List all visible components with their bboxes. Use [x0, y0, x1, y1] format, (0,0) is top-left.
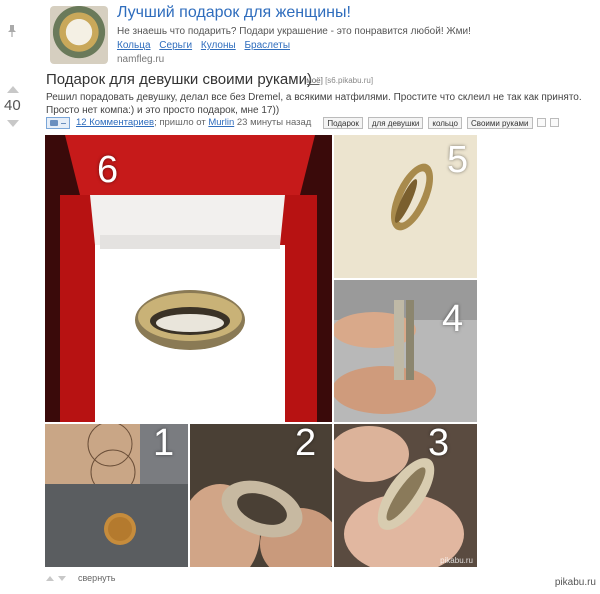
photo-number-3: 3: [428, 424, 450, 464]
post-footer: свернуть: [46, 573, 115, 583]
photo-watermark: pikabu.ru: [440, 556, 473, 565]
photo-number-1: 1: [153, 424, 175, 464]
vote-down-icon[interactable]: [7, 120, 19, 127]
post-text: Решил порадовать девушку, делал все без …: [46, 92, 582, 116]
ad-domain: namfleg.ru: [117, 54, 165, 65]
ad-title[interactable]: Лучший подарок для женщины!: [117, 4, 351, 22]
tag-handmade[interactable]: Своими руками: [467, 116, 533, 129]
mine-label[interactable]: [моё]: [304, 76, 323, 85]
vote-up-icon[interactable]: [7, 86, 19, 93]
post-title[interactable]: Подарок для девушки своими руками): [46, 71, 312, 88]
comments-link[interactable]: 12 Комментариев: [76, 117, 154, 128]
pin-icon[interactable]: [6, 24, 18, 38]
tag-gift[interactable]: Подарок: [323, 116, 363, 129]
source-label: [s6.pikabu.ru]: [325, 76, 374, 85]
tag-for-girl[interactable]: для девушки: [367, 116, 424, 129]
photo-number-6: 6: [97, 149, 119, 191]
ad-link-pendants[interactable]: Кулоны: [201, 40, 236, 51]
photo-number-4: 4: [442, 298, 464, 340]
photo-5-ring: 5: [334, 135, 477, 278]
post-rating: 40: [4, 97, 21, 114]
collapse-link[interactable]: свернуть: [78, 573, 115, 583]
expand-icon[interactable]: [549, 118, 559, 127]
ad-text: Не знаешь что подарить? Подари украшение…: [117, 26, 471, 37]
photo-1-coin-template: 1: [45, 424, 188, 567]
ad-links: Кольца Серьги Кулоны Браслеты: [117, 40, 296, 51]
photo-6-ring-box: 6: [45, 135, 332, 422]
post-meta-row: 12 Комментариев ; пришло от Murlin 23 ми…: [46, 116, 559, 129]
footer-vote-up-icon[interactable]: [46, 575, 54, 581]
camera-dropdown-icon[interactable]: [46, 116, 70, 129]
photo-3-ring-fingers: 3 pikabu.ru: [334, 424, 477, 567]
photo-number-2: 2: [295, 424, 317, 464]
ad-link-earrings[interactable]: Серьги: [159, 40, 192, 51]
post-time: 23 минуты назад: [236, 117, 312, 128]
site-watermark: pikabu.ru: [554, 577, 596, 588]
photo-4-ring-fingers: 4: [334, 280, 477, 422]
footer-vote-down-icon[interactable]: [58, 575, 66, 581]
author-link[interactable]: Murlin: [208, 117, 234, 128]
photo-number-5: 5: [447, 139, 469, 181]
post-photo-collage[interactable]: 6 5 4 1 2 3 pikabu.ru: [45, 135, 477, 567]
ad-link-rings[interactable]: Кольца: [117, 40, 151, 51]
post-title-meta: [моё] [s6.pikabu.ru]: [304, 76, 373, 85]
ad-ring-image[interactable]: [50, 6, 108, 64]
ad-link-bracelets[interactable]: Браслеты: [244, 40, 290, 51]
tag-ring[interactable]: кольцо: [428, 116, 462, 129]
save-icon[interactable]: [536, 118, 546, 127]
posted-prefix: ; пришло от: [154, 117, 206, 128]
photo-2-ring-hand: 2: [190, 424, 332, 567]
